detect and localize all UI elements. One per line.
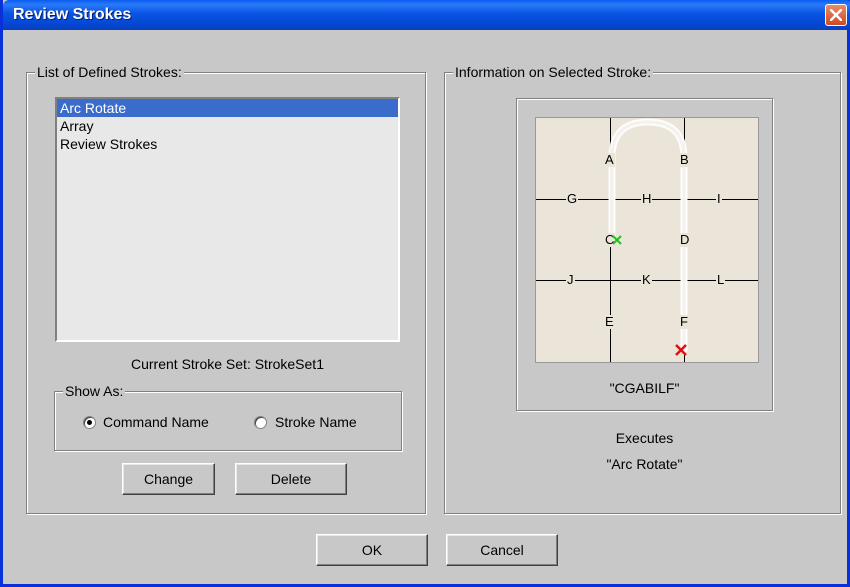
change-button[interactable]: Change xyxy=(122,463,215,495)
grid-label-l: L xyxy=(716,272,726,287)
grid-label-a: A xyxy=(604,152,615,167)
list-item-array[interactable]: Array xyxy=(57,117,398,135)
stroke-name-label[interactable]: Stroke Name xyxy=(275,414,357,430)
ok-button[interactable]: OK xyxy=(316,534,428,566)
radio-stroke-name[interactable] xyxy=(254,416,267,429)
executes-command: "Arc Rotate" xyxy=(606,456,683,472)
title-bar[interactable]: Review Strokes xyxy=(3,0,850,30)
executes-label: Executes xyxy=(615,430,674,446)
grid-label-f: F xyxy=(679,314,689,329)
grid-label-b: B xyxy=(679,152,690,167)
stroke-end-marker xyxy=(675,344,687,356)
list-item-review-strokes[interactable]: Review Strokes xyxy=(57,135,398,153)
defined-strokes-legend: List of Defined Strokes: xyxy=(35,64,184,80)
grid-label-d: D xyxy=(679,232,691,247)
stroke-path xyxy=(608,118,688,354)
close-icon xyxy=(830,9,842,21)
close-button[interactable] xyxy=(825,4,847,26)
list-item-arc-rotate[interactable]: Arc Rotate xyxy=(57,99,398,117)
dialog-title: Review Strokes xyxy=(13,6,132,23)
grid-label-i: I xyxy=(716,191,722,206)
stroke-code: "CGABILF" xyxy=(609,380,680,396)
delete-button[interactable]: Delete xyxy=(235,463,347,495)
radio-command-name[interactable] xyxy=(83,416,96,429)
show-as-legend: Show As: xyxy=(63,383,126,399)
command-name-label[interactable]: Command Name xyxy=(103,414,209,430)
radio-dot xyxy=(87,420,92,425)
grid-label-e: E xyxy=(604,314,615,329)
stroke-start-marker xyxy=(612,235,622,245)
review-strokes-dialog: Review Strokes List of Defined Strokes: … xyxy=(0,0,850,587)
stroke-info-legend: Information on Selected Stroke: xyxy=(453,64,654,80)
strokes-listbox[interactable]: Arc Rotate Array Review Strokes xyxy=(55,97,400,342)
current-stroke-set: Current Stroke Set: StrokeSet1 xyxy=(131,356,324,372)
grid-label-h: H xyxy=(641,191,653,206)
grid-label-j: J xyxy=(566,272,575,287)
stroke-grid: A B C D E F G H I J K L xyxy=(535,117,759,363)
grid-label-k: K xyxy=(641,272,652,287)
cancel-button[interactable]: Cancel xyxy=(446,534,558,566)
grid-label-g: G xyxy=(566,191,579,206)
